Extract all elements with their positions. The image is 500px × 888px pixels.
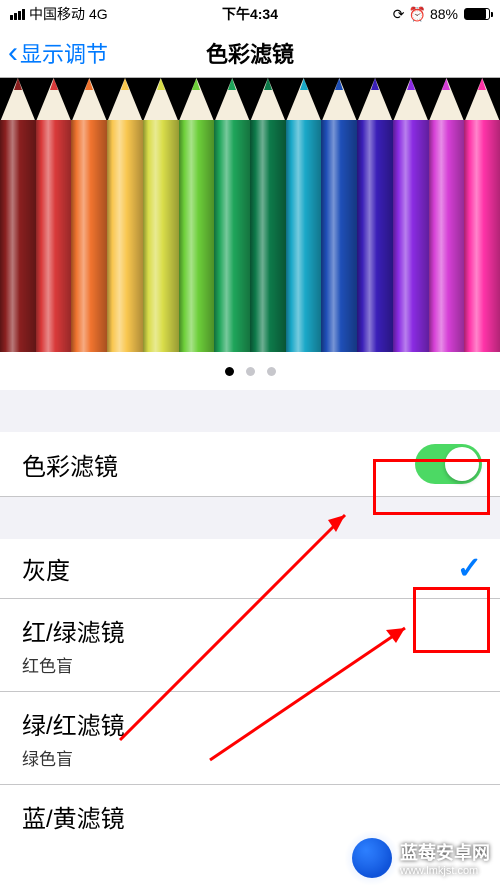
status-bar: 中国移动 4G 下午4:34 ⟳ ⏰ 88%	[0, 0, 500, 28]
chevron-left-icon: ‹	[8, 38, 18, 68]
page-title: 色彩滤镜	[206, 37, 294, 69]
alarm-icon: ⏰	[409, 6, 426, 23]
page-dot[interactable]	[246, 367, 255, 376]
orientation-lock-icon: ⟳	[393, 6, 405, 23]
option-label: 红/绿滤镜	[22, 613, 125, 648]
option-sublabel: 绿色盲	[22, 745, 73, 770]
option-green-red[interactable]: 绿/红滤镜 绿色盲	[0, 692, 500, 785]
signal-icon	[10, 9, 25, 20]
option-label: 绿/红滤镜	[22, 706, 125, 741]
option-label: 灰度	[22, 551, 70, 586]
option-label: 蓝/黄滤镜	[22, 806, 125, 833]
section-gap	[0, 497, 500, 539]
color-filter-toggle-row: 色彩滤镜	[0, 432, 500, 497]
watermark: 蓝莓安卓网 www.lmkjst.com	[352, 838, 490, 878]
section-gap	[0, 390, 500, 432]
watermark-url: www.lmkjst.com	[400, 865, 490, 877]
back-button[interactable]: ‹ 显示调节	[8, 37, 108, 69]
option-grayscale[interactable]: 灰度 ✓	[0, 539, 500, 599]
color-filter-toggle[interactable]	[415, 444, 482, 484]
toggle-label: 色彩滤镜	[22, 447, 118, 482]
status-time: 下午4:34	[222, 4, 278, 24]
page-dot[interactable]	[267, 367, 276, 376]
watermark-title: 蓝莓安卓网	[400, 839, 490, 865]
checkmark-icon: ✓	[457, 551, 482, 586]
nav-bar: ‹ 显示调节 色彩滤镜	[0, 28, 500, 78]
color-filter-preview[interactable]	[0, 78, 500, 352]
watermark-icon	[352, 838, 392, 878]
option-sublabel: 红色盲	[22, 652, 73, 677]
network-label: 4G	[89, 6, 108, 22]
battery-icon	[464, 8, 490, 20]
page-indicator	[0, 352, 500, 390]
carrier-label: 中国移动	[29, 4, 85, 24]
page-dot[interactable]	[225, 367, 234, 376]
option-red-green[interactable]: 红/绿滤镜 红色盲	[0, 599, 500, 692]
battery-percent: 88%	[430, 6, 458, 22]
option-blue-yellow[interactable]: 蓝/黄滤镜	[0, 785, 500, 834]
back-label: 显示调节	[20, 37, 108, 69]
